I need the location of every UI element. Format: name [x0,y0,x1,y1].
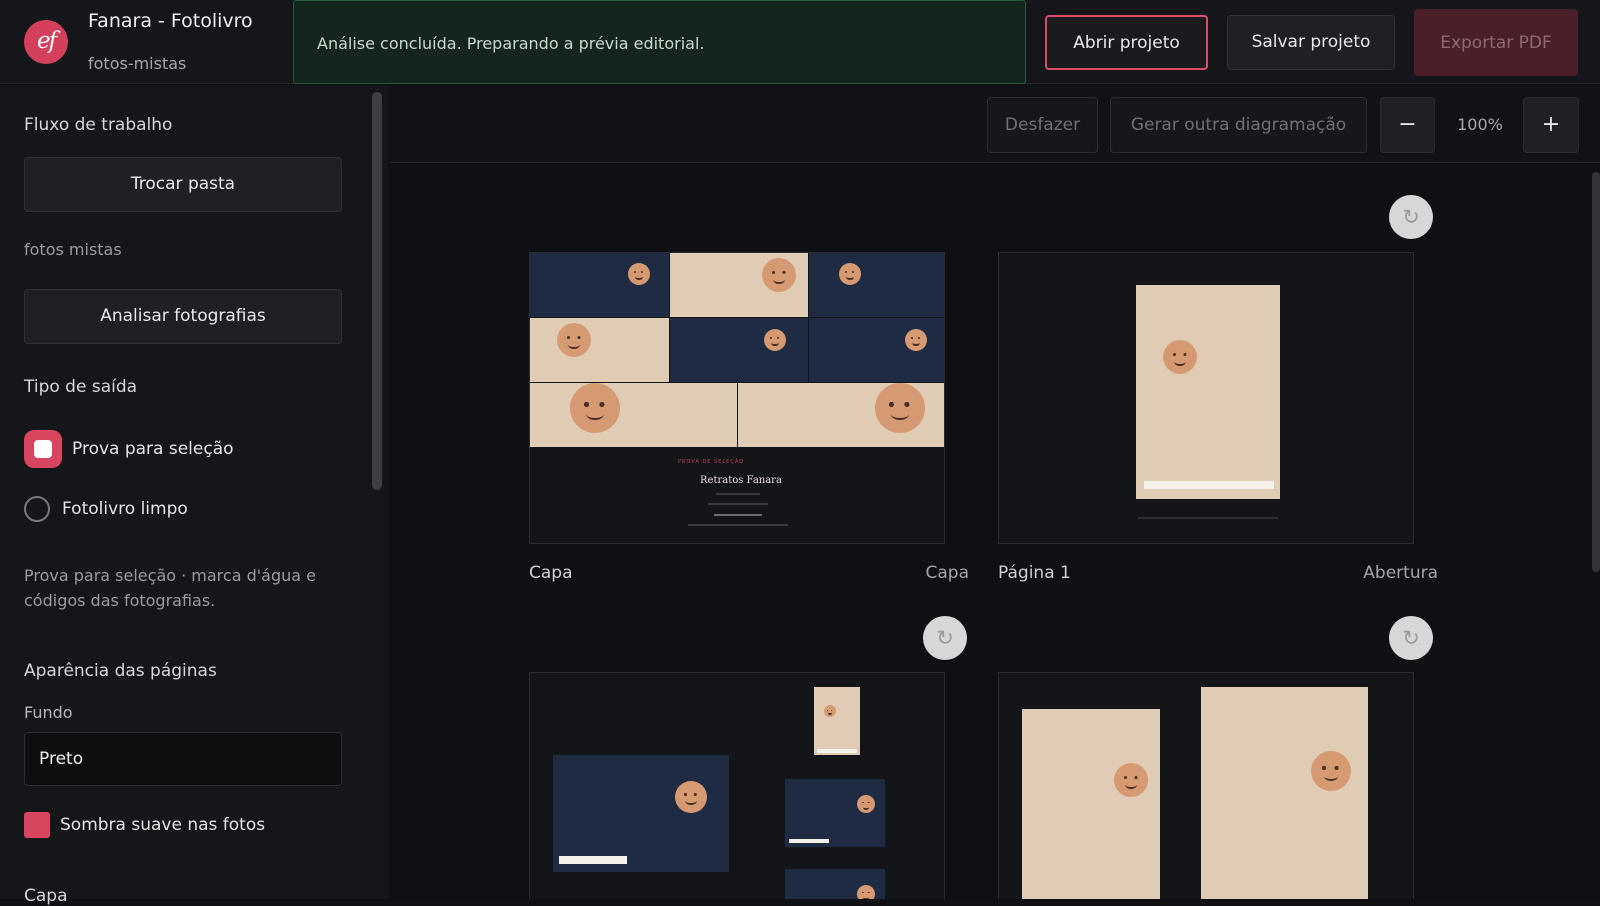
photo-code-strip [789,839,829,843]
sidebar-scrollbar[interactable] [372,92,382,490]
cover-title: Retratos Fanara [700,475,782,486]
page-thumbnail-1[interactable] [998,252,1414,544]
photo-slot [738,383,944,447]
project-name: fotos-mistas [88,54,187,73]
shadow-checkbox-label: Sombra suave nas fotos [60,815,266,835]
export-pdf-button[interactable]: Exportar PDF [1414,9,1578,76]
cover-kicker: PROVA DE SELEÇÃO [678,459,745,465]
canvas-toolbar: Desfazer Gerar outra diagramação − 100% … [390,85,1600,163]
page-thumbnail-2[interactable] [529,672,945,899]
photo-slot [530,318,669,382]
page-kind: Capa [925,563,970,583]
output-option-proof[interactable]: Prova para seleção [24,430,234,468]
photo-code-strip [559,856,627,864]
photo-code-strip [817,749,857,753]
portrait-face [762,258,796,292]
portrait-face [857,885,875,899]
photo-slot [785,779,885,847]
status-toast: Análise concluída. Preparando a prévia e… [293,0,1026,84]
photo-slot [670,253,808,317]
shadow-checkbox-row[interactable]: Sombra suave nas fotos [24,812,265,838]
output-option-clean[interactable]: Fotolivro limpo [24,496,188,522]
cover-rule [708,503,768,505]
photo-slot [785,869,885,899]
app-logo: ef [24,20,68,64]
cover-rule [688,524,788,526]
page-kind: Abertura [1363,563,1438,583]
regenerate-layout-button[interactable]: Gerar outra diagramação [1110,97,1367,153]
output-option-label: Fotolivro limpo [62,499,188,519]
photo-slot [530,253,669,317]
photo-slot [809,318,944,382]
portrait-face [675,781,707,813]
photo-slot [1201,687,1368,899]
portrait-face [557,323,591,357]
photo-slot [670,318,808,382]
portrait-face [570,383,620,433]
background-label: Fundo [24,703,73,722]
zoom-out-button[interactable]: − [1380,97,1435,153]
portrait-face [1114,763,1148,797]
radio-checked-icon [24,430,62,468]
portrait-face [628,263,650,285]
photo-slot [809,253,944,317]
workflow-heading: Fluxo de trabalho [24,115,173,135]
checkbox-checked-icon [24,812,50,838]
zoom-in-button[interactable]: + [1523,97,1579,153]
page-thumbnail-3[interactable] [998,672,1414,899]
portrait-face [839,263,861,285]
portrait-face [905,329,927,351]
canvas-scrollbar[interactable] [1592,172,1600,572]
background-select[interactable]: Preto [24,732,342,786]
photo-slot [814,687,860,755]
open-project-button[interactable]: Abrir projeto [1045,15,1208,70]
portrait-face [824,705,836,717]
page-thumbnail-cover[interactable]: PROVA DE SELEÇÃO Retratos Fanara [529,252,945,544]
portrait-face [1163,340,1197,374]
page-caption: Capa [529,563,573,583]
undo-button[interactable]: Desfazer [987,97,1098,153]
cover-section-heading: Capa [24,886,68,906]
portrait-face [857,795,875,813]
photo-slot [1022,709,1160,899]
radio-empty-icon [24,496,50,522]
zoom-level: 100% [1457,115,1503,134]
change-folder-button[interactable]: Trocar pasta [24,157,342,212]
refresh-icon[interactable]: ↻ [923,616,967,660]
folder-name: fotos mistas [24,240,122,259]
refresh-icon[interactable]: ↻ [1389,195,1433,239]
photo-slot [1136,285,1280,499]
page-rule [1138,517,1278,519]
appearance-heading: Aparência das páginas [24,661,217,681]
save-project-button[interactable]: Salvar projeto [1227,15,1395,70]
status-toast-message: Análise concluída. Preparando a prévia e… [317,34,705,53]
output-help-text: Prova para seleção · marca d'água e códi… [24,566,316,610]
portrait-face [1311,751,1351,791]
analyze-photos-button[interactable]: Analisar fotografias [24,289,342,344]
photo-slot [530,383,737,447]
top-bar: ef Fanara - Fotolivro fotos-mistas Análi… [0,0,1600,84]
portrait-face [875,383,925,433]
output-option-label: Prova para seleção [72,439,234,459]
pages-canvas: PROVA DE SELEÇÃO Retratos Fanara Capa Ca… [390,164,1600,899]
refresh-icon[interactable]: ↻ [1389,616,1433,660]
cover-rule [716,493,760,495]
portrait-face [764,329,786,351]
app-title: Fanara - Fotolivro [88,10,253,32]
photo-code-strip [1144,481,1274,489]
output-type-heading: Tipo de saída [24,377,138,397]
page-caption: Página 1 [998,563,1071,583]
cover-rule [714,514,762,516]
photo-slot [553,755,729,872]
